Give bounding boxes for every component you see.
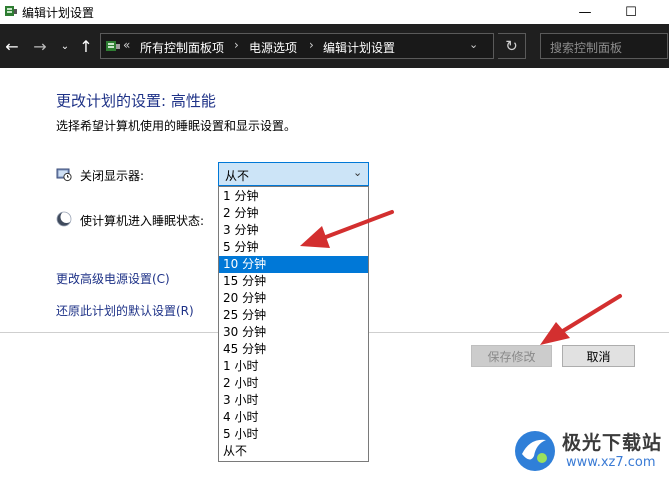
dropdown-option[interactable]: 25 分钟 (219, 307, 368, 324)
dropdown-option[interactable]: 30 分钟 (219, 324, 368, 341)
dropdown-option[interactable]: 2 分钟 (219, 205, 368, 222)
restore-defaults-link[interactable]: 还原此计划的默认设置(R) (56, 302, 194, 319)
control-panel-icon (5, 6, 17, 16)
title-bar: 编辑计划设置 — ☐ (0, 0, 669, 24)
dropdown-option[interactable]: 4 小时 (219, 409, 368, 426)
watermark: 极光下载站 www.xz7.com (512, 424, 664, 478)
watermark-name: 极光下载站 (562, 432, 663, 454)
address-bar[interactable]: « 所有控制面板项 › 电源选项 › 编辑计划设置 ⌄ (100, 33, 494, 59)
dropdown-option[interactable]: 10 分钟 (219, 256, 368, 273)
dropdown-option[interactable]: 20 分钟 (219, 290, 368, 307)
maximize-button[interactable]: ☐ (608, 0, 654, 24)
dropdown-option[interactable]: 从不 (219, 443, 368, 460)
dropdown-option[interactable]: 5 小时 (219, 426, 368, 443)
watermark-logo-icon (515, 431, 555, 471)
monitor-clock-icon (56, 168, 72, 182)
control-panel-icon (106, 41, 120, 51)
breadcrumb-separator[interactable]: › (234, 38, 239, 52)
turn-off-display-label: 关闭显示器: (80, 169, 145, 183)
turn-off-display-select[interactable]: 从不 ⌄ (218, 162, 369, 186)
breadcrumb-overflow[interactable]: « (123, 38, 130, 52)
red-arrow-icon (540, 294, 622, 345)
select-value: 从不 (225, 169, 250, 183)
chevron-down-icon[interactable]: ⌄ (469, 38, 483, 51)
recent-locations-button[interactable]: ⌄ (58, 34, 72, 58)
page-title: 更改计划的设置: 高性能 (56, 92, 216, 110)
dropdown-option[interactable]: 5 分钟 (219, 239, 368, 256)
sleep-label: 使计算机进入睡眠状态: (80, 214, 205, 228)
back-button[interactable]: ← (2, 34, 22, 58)
dropdown-option[interactable]: 15 分钟 (219, 273, 368, 290)
save-changes-button[interactable]: 保存修改 (471, 345, 552, 367)
forward-button[interactable]: → (30, 34, 50, 58)
watermark-url: www.xz7.com (566, 455, 656, 470)
advanced-power-settings-link[interactable]: 更改高级电源设置(C) (56, 270, 170, 287)
window-title: 编辑计划设置 (22, 6, 95, 20)
dropdown-option[interactable]: 2 小时 (219, 375, 368, 392)
breadcrumb-edit-plan[interactable]: 编辑计划设置 (323, 39, 395, 56)
display-timeout-dropdown: 1 分钟 2 分钟 3 分钟 5 分钟 10 分钟 15 分钟 20 分钟 25 分钟 30 分… (218, 186, 369, 462)
breadcrumb-power-options[interactable]: 电源选项 (249, 39, 297, 56)
page-subtitle: 选择希望计算机使用的睡眠设置和显示设置。 (56, 119, 297, 133)
refresh-button[interactable]: ↻ (498, 33, 526, 59)
dropdown-option[interactable]: 3 小时 (219, 392, 368, 409)
navigation-bar: ← → ⌄ ↑ « 所有控制面板项 › 电源选项 › 编辑计划设置 ⌄ ↻ 搜索… (0, 24, 669, 68)
search-input[interactable]: 搜索控制面板 (540, 33, 668, 59)
breadcrumb-separator[interactable]: › (309, 38, 314, 52)
dropdown-option[interactable]: 1 分钟 (219, 188, 368, 205)
dropdown-option[interactable]: 45 分钟 (219, 341, 368, 358)
minimize-button[interactable]: — (562, 0, 608, 24)
cancel-button[interactable]: 取消 (562, 345, 635, 367)
moon-icon (56, 211, 72, 227)
dropdown-option[interactable]: 3 分钟 (219, 222, 368, 239)
dropdown-option[interactable]: 1 小时 (219, 358, 368, 375)
breadcrumb-all-items[interactable]: 所有控制面板项 (140, 39, 224, 56)
up-button[interactable]: ↑ (76, 34, 96, 58)
chevron-down-icon: ⌄ (353, 166, 363, 179)
